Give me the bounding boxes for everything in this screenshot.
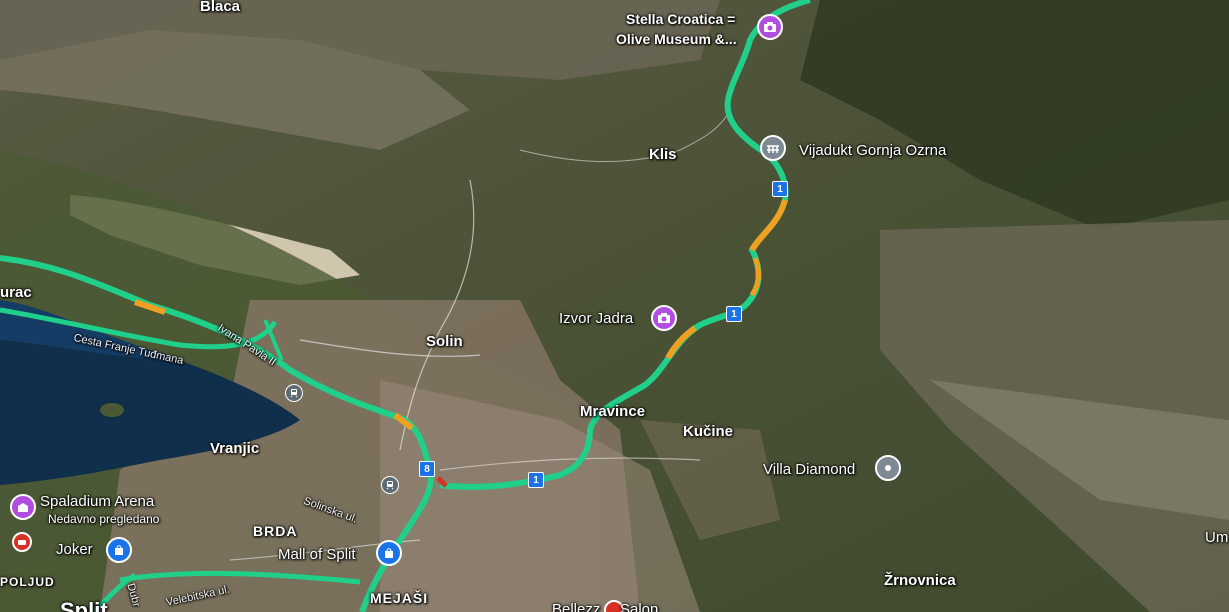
place-label-olive-museum[interactable]: Olive Museum &... [616,31,737,47]
place-label-salon[interactable]: Salon [620,601,658,612]
highway-shield-8: 8 [419,461,435,477]
district-label-poljud: POLJUD [0,575,55,589]
recently-viewed-label: Nedavno pregledano [48,512,160,526]
place-label-um: Um [1205,529,1229,546]
place-label-vranjic: Vranjic [210,440,260,457]
city-label-split: Split [60,598,108,612]
place-label-joker[interactable]: Joker [56,541,93,558]
highway-shield-1: 1 [726,306,742,322]
place-label-spaladium-arena[interactable]: Spaladium Arena [40,493,154,510]
district-label-mejasi: MEJAŠI [370,590,429,606]
district-label-brda: BRDA [253,523,298,539]
highway-shield-1: 1 [772,181,788,197]
place-label-bellezza[interactable]: Bellezz [552,601,600,612]
map-view[interactable]: 1 1 1 8 Blaca Stella Croatica = Olive Mu… [0,0,1229,612]
location-pin-icon[interactable] [875,455,901,481]
place-label-villa-diamond[interactable]: Villa Diamond [763,461,855,478]
shopping-bag-icon[interactable] [106,537,132,563]
camera-icon[interactable] [757,14,783,40]
place-label-mall-of-split[interactable]: Mall of Split [278,546,356,563]
place-label-solin: Solin [426,333,463,350]
satellite-imagery [0,0,1229,612]
place-label-stella-croatica[interactable]: Stella Croatica = [626,11,735,27]
place-label-blaca: Blaca [200,0,241,15]
highway-shield-1: 1 [528,472,544,488]
shopping-bag-icon[interactable] [376,540,402,566]
place-label-urac: urac [0,284,32,301]
place-label-vijadukt[interactable]: Vijadukt Gornja Ozrna [799,142,946,159]
bridge-icon[interactable] [760,135,786,161]
place-label-mravince: Mravince [580,403,646,420]
restaurant-icon[interactable] [12,532,32,552]
train-station-icon[interactable] [381,476,399,494]
place-label-zrnovnica: Žrnovnica [884,572,956,589]
camera-icon[interactable] [651,305,677,331]
place-label-kucine: Kučine [683,423,734,440]
train-station-icon[interactable] [285,384,303,402]
place-label-klis: Klis [649,146,677,163]
stadium-icon[interactable] [10,494,36,520]
place-label-izvor-jadra[interactable]: Izvor Jadra [559,310,633,327]
